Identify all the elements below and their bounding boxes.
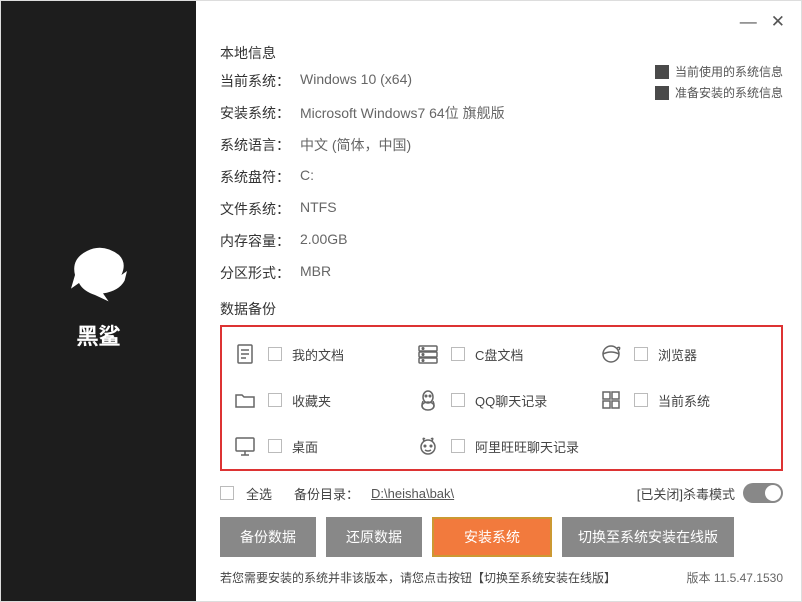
backup-box: 我的文档 C盘文档 浏览器 收藏夹 — [220, 325, 783, 471]
checkbox[interactable] — [451, 439, 465, 453]
label-drive: 系统盘符： — [220, 167, 300, 187]
legend-box-icon — [655, 86, 669, 100]
label-memory: 内存容量： — [220, 231, 300, 251]
checkbox[interactable] — [268, 439, 282, 453]
footer-hint: 若您需要安装的系统并非该版本，请您点击按钮【切换至系统安装在线版】 — [220, 569, 616, 586]
label-language: 系统语言： — [220, 135, 300, 155]
qq-icon — [415, 387, 441, 413]
backup-item-cursys[interactable]: 当前系统 — [598, 387, 771, 413]
windows-icon — [598, 387, 624, 413]
legend-box-icon — [655, 65, 669, 79]
footer: 若您需要安装的系统并非该版本，请您点击按钮【切换至系统安装在线版】 版本 11.… — [220, 569, 783, 586]
app-window: 黑鲨 — ✕ 当前使用的系统信息 准备安装的系统信息 本地信息 当前系统：Win… — [0, 0, 802, 602]
backup-label: 当前系统 — [658, 391, 710, 410]
backup-label: 桌面 — [292, 437, 318, 456]
install-button[interactable]: 安装系统 — [432, 517, 552, 557]
label-current-system: 当前系统： — [220, 71, 300, 91]
backup-label: 我的文档 — [292, 345, 344, 364]
value-current-system: Windows 10 (x64) — [300, 71, 412, 91]
backup-item-docs[interactable]: 我的文档 — [232, 341, 405, 367]
backup-label: 浏览器 — [658, 345, 697, 364]
legend-prepare: 准备安装的系统信息 — [675, 84, 783, 101]
backup-item-aliwang[interactable]: 阿里旺旺聊天记录 — [415, 433, 588, 459]
backup-button[interactable]: 备份数据 — [220, 517, 316, 557]
footer-version: 版本 11.5.47.1530 — [686, 569, 783, 586]
folder-icon — [232, 387, 258, 413]
av-mode-label: [已关闭]杀毒模式 — [637, 484, 735, 503]
window-controls: — ✕ — [740, 13, 785, 30]
label-install-system: 安装系统： — [220, 103, 300, 123]
checkbox[interactable] — [634, 393, 648, 407]
backup-title: 数据备份 — [220, 299, 783, 319]
section-title: 本地信息 — [220, 43, 783, 63]
document-icon — [232, 341, 258, 367]
backup-item-favorites[interactable]: 收藏夹 — [232, 387, 405, 413]
checkbox[interactable] — [451, 347, 465, 361]
legend: 当前使用的系统信息 准备安装的系统信息 — [655, 63, 783, 105]
select-all-label: 全选 — [246, 484, 272, 503]
buttons-row: 备份数据 还原数据 安装系统 切换至系统安装在线版 — [220, 517, 783, 557]
switch-online-button[interactable]: 切换至系统安装在线版 — [562, 517, 734, 557]
label-partition: 分区形式： — [220, 263, 300, 283]
value-install-system: Microsoft Windows7 64位 旗舰版 — [300, 103, 505, 123]
backup-label: 收藏夹 — [292, 391, 331, 410]
backup-item-qq[interactable]: QQ聊天记录 — [415, 387, 588, 413]
value-language: 中文 (简体，中国) — [300, 135, 411, 155]
backup-label: 阿里旺旺聊天记录 — [475, 437, 579, 456]
backup-label: QQ聊天记录 — [475, 391, 547, 410]
options-row: 全选 备份目录： D:\heisha\bak\ [已关闭]杀毒模式 — [220, 483, 783, 503]
value-partition: MBR — [300, 263, 331, 283]
close-icon[interactable]: ✕ — [771, 13, 785, 30]
shark-logo-icon — [59, 231, 139, 311]
restore-button[interactable]: 还原数据 — [326, 517, 422, 557]
checkbox[interactable] — [268, 393, 282, 407]
backup-label: C盘文档 — [475, 345, 523, 364]
label-filesystem: 文件系统： — [220, 199, 300, 219]
backup-item-desktop[interactable]: 桌面 — [232, 433, 405, 459]
server-icon — [415, 341, 441, 367]
monitor-icon — [232, 433, 258, 459]
ie-icon — [598, 341, 624, 367]
minimize-icon[interactable]: — — [740, 13, 757, 30]
logo-text: 黑鲨 — [76, 319, 120, 351]
backup-dir-label: 备份目录： — [294, 484, 359, 503]
value-filesystem: NTFS — [300, 199, 337, 219]
sidebar: 黑鲨 — [1, 1, 196, 601]
backup-item-cdocs[interactable]: C盘文档 — [415, 341, 588, 367]
value-memory: 2.00GB — [300, 231, 347, 251]
checkbox[interactable] — [634, 347, 648, 361]
legend-current: 当前使用的系统信息 — [675, 63, 783, 80]
av-mode-toggle[interactable] — [743, 483, 783, 503]
select-all-checkbox[interactable] — [220, 486, 234, 500]
value-drive: C: — [300, 167, 314, 187]
aliwang-icon — [415, 433, 441, 459]
backup-dir-path[interactable]: D:\heisha\bak\ — [371, 486, 454, 501]
backup-item-browser[interactable]: 浏览器 — [598, 341, 771, 367]
main-panel: — ✕ 当前使用的系统信息 准备安装的系统信息 本地信息 当前系统：Window… — [196, 1, 801, 601]
checkbox[interactable] — [451, 393, 465, 407]
checkbox[interactable] — [268, 347, 282, 361]
